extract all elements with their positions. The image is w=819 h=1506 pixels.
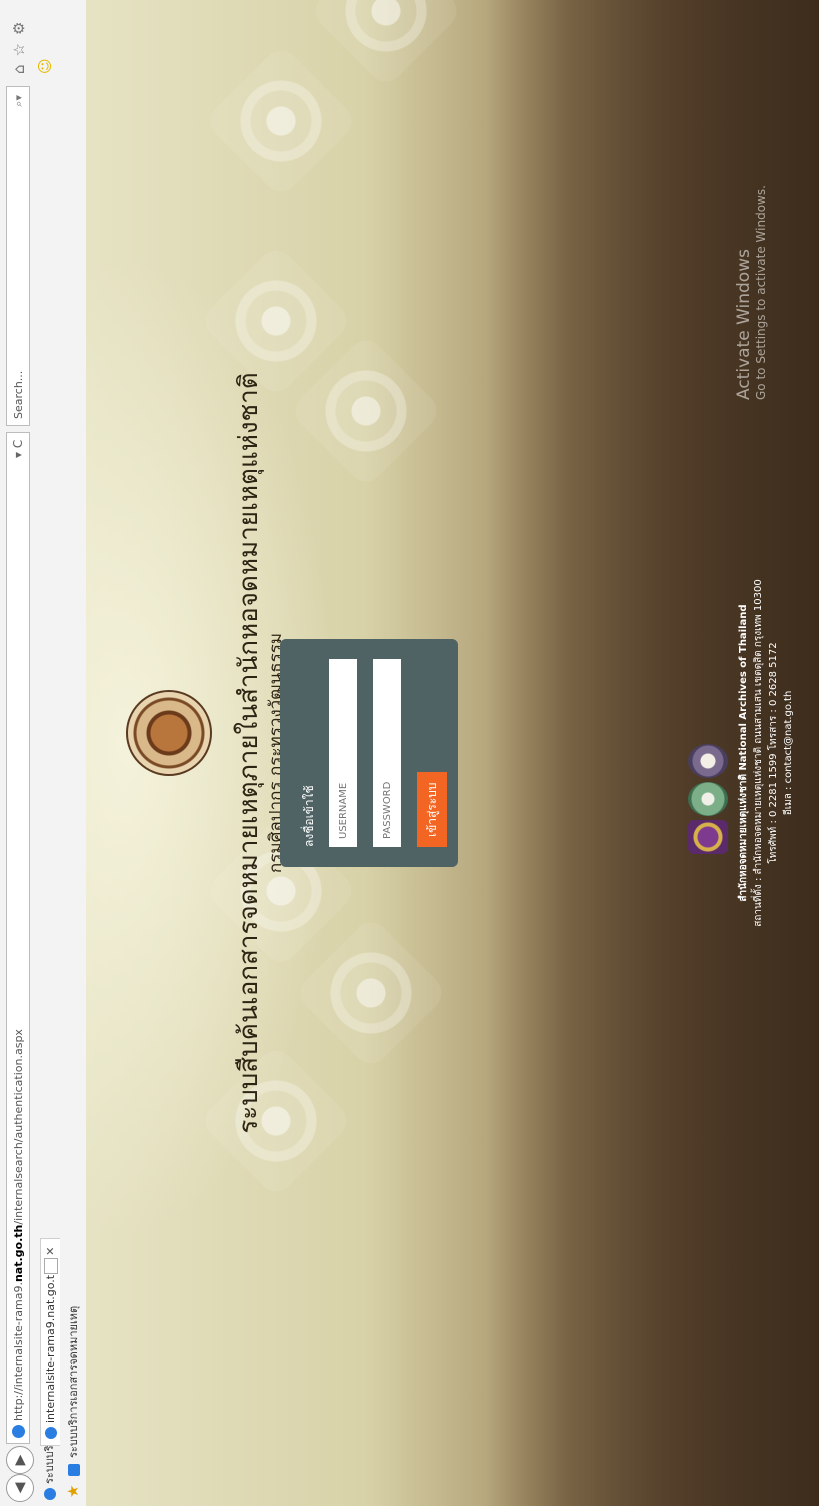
new-tab-icon[interactable] — [44, 1258, 58, 1274]
favorites-bar: ★ ระบบบริการเอกสารจดหมายเหตุ — [62, 0, 86, 1506]
ie-icon — [12, 1425, 25, 1438]
favorites-star-icon[interactable]: ★ — [64, 1485, 82, 1498]
watermark-subtitle: Go to Settings to activate Windows. — [754, 185, 768, 400]
search-icon[interactable]: ⌕▾ — [7, 95, 31, 107]
watermark-title: Activate Windows — [734, 249, 754, 400]
address-path: /internalsearch/authentication.aspx — [12, 1029, 25, 1225]
close-tab-icon[interactable]: ✕ — [44, 1247, 57, 1256]
search-input[interactable]: Search... ⌕▾ — [6, 86, 30, 426]
home-icon[interactable]: ⌂ — [10, 64, 28, 74]
login-form: ลงชื่อเข้าใช้ เข้าสู่ระบบ — [280, 639, 458, 867]
address-row: ◀ ▶ http://internalsite-rama9.nat.go.th/… — [0, 0, 54, 1506]
emblems — [688, 744, 728, 854]
back-icon[interactable]: ◀ — [6, 1474, 34, 1502]
footer-phone: โทรศัพท์ : 0 2281 1599 โทรสาร : 0 2628 5… — [768, 642, 779, 864]
favorite-label: ระบบบริการเอกสารจดหมายเหตุ — [67, 1305, 80, 1458]
browser-window: ◀ ▶ http://internalsite-rama9.nat.go.th/… — [0, 0, 819, 1506]
windows-watermark: Activate Windows Go to Settings to activ… — [734, 185, 768, 400]
login-caption: ลงชื่อเข้าใช้ — [302, 785, 316, 847]
username-input[interactable] — [329, 659, 357, 847]
address-bar[interactable]: http://internalsite-rama9.nat.go.th/inte… — [6, 432, 30, 1444]
forward-icon[interactable]: ▶ — [6, 1446, 34, 1474]
login-button[interactable]: เข้าสู่ระบบ — [417, 772, 447, 847]
tab-row: ระบบบริการเอกสารจดหมายเหตุ internalsite-… — [38, 0, 62, 1506]
search-placeholder: Search... — [12, 370, 25, 419]
favorites-star-icon[interactable]: ☆ — [10, 43, 28, 56]
favorite-item[interactable]: ระบบบริการเอกสารจดหมายเหตุ — [66, 1306, 82, 1476]
password-input[interactable] — [373, 659, 401, 847]
address-prefix: http://internalsite-rama9. — [12, 1282, 25, 1421]
archives-emblem-icon — [688, 744, 728, 778]
ornament-icon — [293, 915, 449, 1071]
national-archives-seal-icon — [126, 690, 212, 776]
ministry-emblem-icon — [688, 820, 728, 854]
ie-icon — [68, 1464, 80, 1476]
ie-icon — [44, 1488, 56, 1500]
address-host: nat.go.th — [12, 1224, 25, 1283]
fine-arts-emblem-icon — [688, 782, 728, 816]
browser-chrome: ◀ ▶ http://internalsite-rama9.nat.go.th/… — [0, 0, 87, 1506]
gear-icon[interactable]: ⚙ — [10, 22, 28, 35]
login-page: ระบบสืบค้นเอกสารจดหมายเหตุภายในสำนักหอจด… — [86, 0, 819, 1506]
tab-label: internalsite-rama9.nat.go.th — [44, 1267, 57, 1423]
ornament-icon — [308, 0, 464, 89]
ie-icon — [45, 1427, 57, 1439]
refresh-icon[interactable]: ▾ C — [6, 440, 30, 458]
footer-email: อีเมล : contact@nat.go.th — [783, 690, 794, 816]
